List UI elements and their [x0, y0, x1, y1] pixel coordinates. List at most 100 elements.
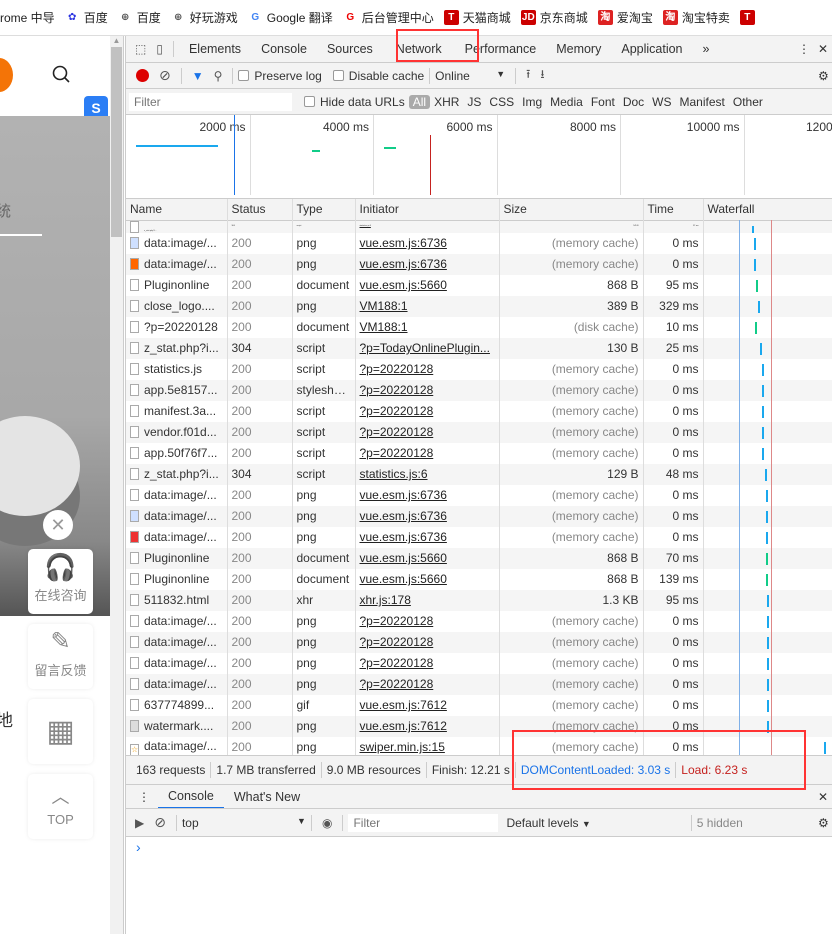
overview-timeline[interactable]: 2000 ms 4000 ms 6000 ms 8000 ms 10000 ms 1200 [126, 115, 832, 199]
type-filter-css[interactable]: CSS [485, 95, 518, 109]
request-row[interactable]: statistics.js 200 script ?p=20220128 (memory… [126, 358, 832, 380]
search-icon[interactable]: ⚲ [214, 69, 223, 83]
cell-initiator[interactable]: vue.esm.js:6736 [360, 509, 447, 523]
bookmark-item[interactable]: 淘爱淘宝 [597, 9, 653, 26]
request-row[interactable]: Pluginonline 200 document vue.esm.js:5660 86… [126, 274, 832, 296]
column-initiator[interactable]: Initiator [355, 199, 500, 220]
column-name[interactable]: Name [126, 199, 228, 220]
request-row[interactable]: app.5e8157... 200 stylesheet ?p=20220128 (me… [126, 379, 832, 401]
disable-cache-checkbox[interactable]: Disable cache [332, 69, 424, 83]
inspect-element-icon[interactable]: ⬚ [135, 42, 146, 56]
online-consult-button[interactable]: 🎧 在线咨询 [28, 549, 93, 614]
cell-initiator[interactable]: vue.esm.js:5660 [360, 551, 447, 565]
request-row[interactable]: data:image/... 200 png vue.esm.js:6736 (memo… [126, 232, 832, 254]
cell-initiator[interactable]: ?p=20220128 [360, 614, 434, 628]
close-drawer-icon[interactable]: ✕ [818, 790, 828, 804]
request-row[interactable]: data:image/... 200 png vue.esm.js:6736 (memo… [126, 484, 832, 506]
request-row[interactable]: data:image/... 200 png ?p=20220128 (memory c… [126, 652, 832, 674]
type-filter-font[interactable]: Font [587, 95, 619, 109]
tab-application[interactable]: Application [611, 42, 692, 56]
request-row[interactable]: data:image/... 200 png ?p=20220128 (memory c… [126, 610, 832, 632]
sidebar-toggle-icon[interactable]: ▶ [135, 816, 144, 830]
console-prompt[interactable]: › [136, 839, 141, 855]
cell-initiator[interactable]: swiper.min.js:15 [360, 740, 445, 754]
preserve-log-checkbox[interactable]: Preserve log [238, 69, 322, 83]
settings-icon[interactable]: ⚙ [818, 69, 829, 83]
cell-initiator[interactable]: ?p=20220128 [360, 677, 434, 691]
request-row[interactable]: z_stat.php?i... 304 script statistics.js:6 5… [126, 220, 832, 233]
tab-sources[interactable]: Sources [317, 42, 383, 56]
request-row[interactable]: data:image/... 200 png ?p=20220128 (memory c… [126, 673, 832, 695]
column-waterfall[interactable]: Waterfall [703, 199, 832, 220]
request-row[interactable]: data:image/... 200 png ?p=20220128 (memory c… [126, 631, 832, 653]
request-row[interactable]: z_stat.php?i... 304 script statistics.js:6 1… [126, 463, 832, 485]
search-icon[interactable] [52, 65, 72, 85]
bookmark-item[interactable]: T 天猫商城 [443, 9, 511, 26]
request-row[interactable]: vendor.f01d... 200 script ?p=20220128 (memor… [126, 421, 832, 443]
cell-initiator[interactable]: ?p=20220128 [360, 404, 434, 418]
bookmark-item[interactable]: ⊕ 百度 [118, 9, 161, 26]
clear-icon[interactable]: ⊘ [159, 67, 171, 84]
bookmark-item[interactable]: ✿ 百度 [65, 9, 108, 26]
column-time[interactable]: Time [643, 199, 704, 220]
feedback-button[interactable]: ✎ 留言反馈 [28, 624, 93, 689]
record-icon[interactable] [136, 69, 149, 82]
cell-initiator[interactable]: ?p=20220128 [360, 362, 434, 376]
drawer-tab-whats-new[interactable]: What's New [224, 790, 310, 804]
console-filter-input[interactable] [348, 813, 499, 832]
request-row[interactable]: close_logo.... 200 png VM188:1 389 B 329 ms [126, 295, 832, 317]
clear-console-icon[interactable]: ⊘ [154, 814, 166, 831]
cell-initiator[interactable]: ?p=20220128 [360, 656, 434, 670]
bookmark-item[interactable]: JD 京东商城 [520, 9, 588, 26]
type-filter-all[interactable]: All [408, 94, 431, 109]
type-filter-img[interactable]: Img [518, 95, 546, 109]
request-row[interactable]: 637774899... 200 gif vue.esm.js:7612 (memory… [126, 694, 832, 716]
bookmark-item[interactable]: ⊕ 好玩游戏 [171, 9, 238, 26]
cell-initiator[interactable]: ?p=TodayOnlinePlugin... [360, 341, 490, 355]
request-row[interactable]: 511832.html 200 xhr xhr.js:178 1.3 KB 95 ms [126, 589, 832, 611]
tab-console[interactable]: Console [251, 42, 317, 56]
request-row[interactable]: Pluginonline 200 document vue.esm.js:5660 86… [126, 568, 832, 590]
bookmark-item[interactable]: rome 中导 [0, 9, 55, 26]
throttling-select[interactable]: Online ▼ [435, 69, 505, 83]
cell-initiator[interactable]: statistics.js:6 [360, 467, 428, 481]
cell-initiator[interactable]: vue.esm.js:6736 [360, 257, 447, 271]
cell-initiator[interactable]: vue.esm.js:6736 [360, 488, 447, 502]
qrcode-button[interactable]: ▦ [28, 699, 93, 764]
bookmark-item[interactable]: T [739, 10, 759, 25]
hide-data-urls-checkbox[interactable]: Hide data URLs [304, 95, 405, 109]
cell-initiator[interactable]: vue.esm.js:7612 [360, 698, 447, 712]
cell-initiator[interactable]: vue.esm.js:6736 [360, 530, 447, 544]
tab-elements[interactable]: Elements [179, 42, 251, 56]
tab-memory[interactable]: Memory [546, 42, 611, 56]
request-row[interactable]: data:image/... 200 png vue.esm.js:6736 (memo… [126, 505, 832, 527]
device-toolbar-icon[interactable]: ▯ [156, 42, 163, 56]
close-icon[interactable]: ✕ [43, 510, 73, 540]
column-status[interactable]: Status [227, 199, 293, 220]
bookmark-item[interactable]: G 后台管理中心 [343, 9, 433, 26]
more-tabs-button[interactable]: » [693, 42, 720, 56]
type-filter-ws[interactable]: WS [648, 95, 675, 109]
import-har-icon[interactable]: ⭱ [526, 65, 530, 86]
context-select[interactable]: top ▼ [182, 816, 306, 830]
scrollbar-thumb[interactable] [111, 47, 122, 237]
type-filter-manifest[interactable]: Manifest [676, 95, 729, 109]
request-row[interactable]: data:image/... 200 png vue.esm.js:6736 (memo… [126, 253, 832, 275]
console-settings-icon[interactable]: ⚙ [818, 816, 829, 830]
type-filter-xhr[interactable]: XHR [430, 95, 463, 109]
request-row[interactable]: z_stat.php?i... 304 script ?p=TodayOnlinePl… [126, 337, 832, 359]
column-size[interactable]: Size [499, 199, 644, 220]
log-levels-select[interactable]: Default levels ▼ [506, 816, 590, 830]
cell-initiator[interactable]: ?p=20220128 [360, 446, 434, 460]
request-row[interactable]: app.50f76f7... 200 script ?p=20220128 (memor… [126, 442, 832, 464]
cell-initiator[interactable]: ?p=20220128 [360, 383, 434, 397]
drawer-menu-icon[interactable]: ⋮ [138, 790, 150, 804]
type-filter-doc[interactable]: Doc [619, 95, 648, 109]
bookmark-item[interactable]: G Google 翻译 [248, 9, 332, 26]
request-row[interactable]: data:image/... 200 png vue.esm.js:6736 (memo… [126, 526, 832, 548]
type-filter-js[interactable]: JS [463, 95, 485, 109]
cell-initiator[interactable]: vue.esm.js:5660 [360, 572, 447, 586]
request-row[interactable]: manifest.3a... 200 script ?p=20220128 (memor… [126, 400, 832, 422]
page-scrollbar[interactable]: ▲ [110, 36, 124, 934]
kebab-menu-icon[interactable]: ⋮ [798, 42, 810, 56]
